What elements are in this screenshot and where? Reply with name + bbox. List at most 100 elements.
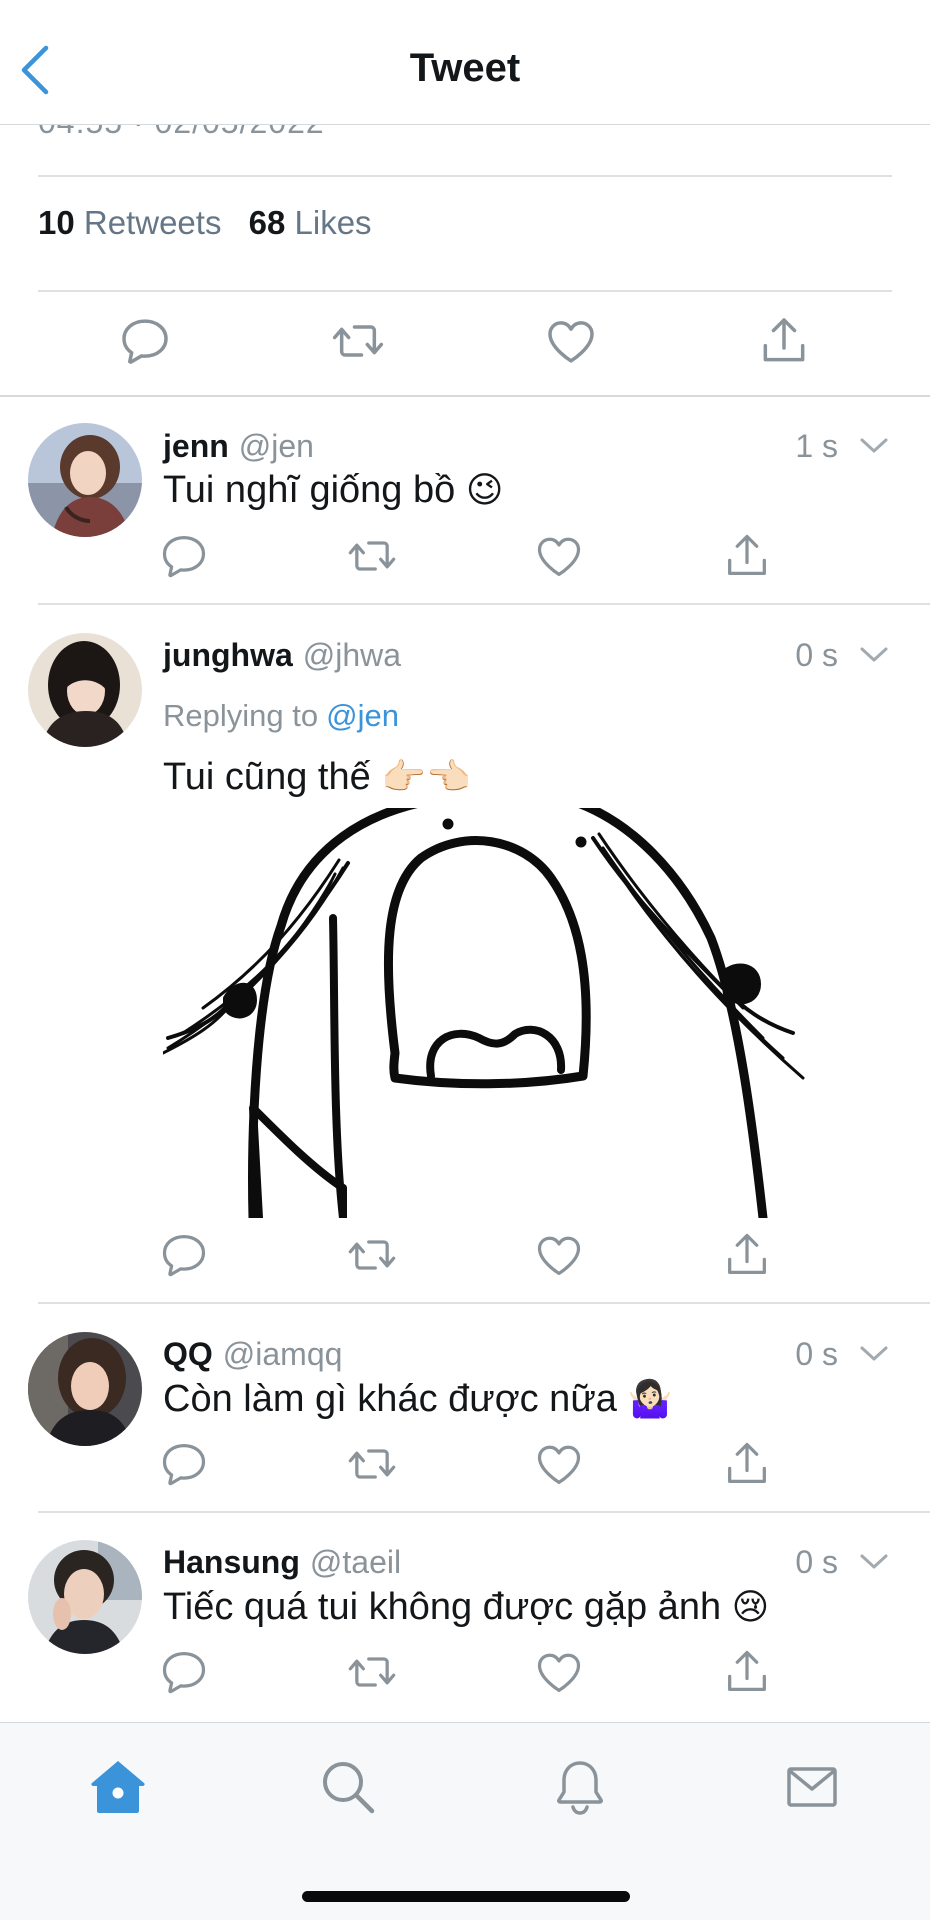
tweet-text: Tui nghĩ giống bồ 😉 — [163, 469, 503, 512]
home-indicator — [302, 1891, 630, 1902]
reply-icon — [158, 1229, 210, 1281]
timestamp: 0 s — [795, 1544, 838, 1580]
timestamp: 1 s — [795, 428, 838, 464]
chevron-down-icon[interactable] — [856, 1544, 892, 1580]
avatar[interactable] — [28, 633, 142, 747]
mail-icon — [787, 1767, 837, 1807]
tweet-actions — [0, 1229, 930, 1289]
divider — [38, 290, 892, 292]
tweet-emoji: 🤷🏻‍♀️ — [627, 1378, 673, 1419]
retweet-button[interactable] — [346, 530, 398, 582]
avatar[interactable] — [28, 423, 142, 537]
share-button[interactable] — [721, 1646, 773, 1698]
tweet-text: Tiếc quá tui không được gặp ảnh 😢 — [163, 1586, 769, 1629]
likes-count: 68 — [248, 204, 286, 241]
tweet-text: Còn làm gì khác được nữa 🤷🏻‍♀️ — [163, 1378, 672, 1421]
like-button[interactable] — [543, 313, 599, 369]
tweet-text-content: Tui nghĩ giống bồ — [163, 469, 456, 511]
tab-notifications[interactable] — [548, 1755, 612, 1819]
reply-button[interactable] — [158, 1229, 210, 1281]
chevron-down-icon[interactable] — [856, 637, 892, 673]
retweet-button[interactable] — [346, 1229, 398, 1281]
divider — [38, 175, 892, 177]
page-title: Tweet — [409, 46, 521, 90]
tweet-stats: 10 Retweets 68 Likes — [38, 204, 372, 242]
display-name[interactable]: Hansung — [163, 1544, 300, 1580]
home-icon — [91, 1761, 145, 1813]
username[interactable]: @iamqq — [223, 1336, 343, 1372]
mention-link[interactable]: @jen — [326, 698, 399, 733]
timestamp: 0 s — [795, 1336, 838, 1372]
like-button[interactable] — [533, 1438, 585, 1490]
tweet-emoji: 👉🏻👈🏻 — [381, 756, 471, 797]
tweet-text-content: Còn làm gì khác được nữa — [163, 1378, 617, 1420]
reply-icon — [117, 313, 173, 369]
bell-icon — [557, 1761, 603, 1815]
retweet-button[interactable] — [346, 1646, 398, 1698]
replying-to-label: Replying to — [163, 698, 319, 733]
tab-search[interactable] — [316, 1755, 380, 1819]
avatar[interactable] — [28, 1540, 142, 1654]
avatar[interactable] — [28, 1332, 142, 1446]
reply-button[interactable] — [117, 313, 173, 369]
tweet-actions — [0, 1438, 930, 1498]
likes-label[interactable]: Likes — [295, 204, 372, 241]
retweet-icon — [346, 1229, 398, 1281]
share-button[interactable] — [721, 530, 773, 582]
tab-messages[interactable] — [780, 1755, 844, 1819]
share-icon — [721, 1438, 773, 1490]
chevron-down-icon[interactable] — [856, 1336, 892, 1372]
share-icon — [721, 1229, 773, 1281]
replying-to: Replying to @jen — [163, 698, 399, 734]
retweet-icon — [346, 1438, 398, 1490]
reply-button[interactable] — [158, 1646, 210, 1698]
tweet-emoji: 😢 — [731, 1586, 770, 1627]
search-icon — [323, 1762, 375, 1814]
share-icon — [721, 1646, 773, 1698]
username[interactable]: @jen — [239, 428, 314, 464]
share-button[interactable] — [721, 1229, 773, 1281]
like-button[interactable] — [533, 1646, 585, 1698]
share-button[interactable] — [721, 1438, 773, 1490]
bottom-tab-bar — [0, 1722, 930, 1920]
reply-button[interactable] — [158, 530, 210, 582]
display-name[interactable]: QQ — [163, 1336, 213, 1372]
reply-icon — [158, 1646, 210, 1698]
chevron-down-icon[interactable] — [856, 428, 892, 464]
main-tweet-actions — [0, 313, 930, 373]
retweet-button[interactable] — [346, 1438, 398, 1490]
heart-icon — [533, 1229, 585, 1281]
share-icon — [756, 313, 812, 369]
username[interactable]: @taeil — [310, 1544, 401, 1580]
tweet-media-image[interactable] — [163, 808, 878, 1218]
retweet-icon — [330, 313, 386, 369]
tab-home[interactable] — [86, 1755, 150, 1819]
heart-icon — [533, 1646, 585, 1698]
divider — [0, 395, 930, 397]
reply-button[interactable] — [158, 1438, 210, 1490]
share-button[interactable] — [756, 313, 812, 369]
divider — [38, 1511, 930, 1513]
retweet-icon — [346, 1646, 398, 1698]
retweets-label[interactable]: Retweets — [84, 204, 222, 241]
tweet-text: Tui cũng thế 👉🏻👈🏻 — [163, 756, 471, 799]
divider — [38, 1302, 930, 1304]
username[interactable]: @jhwa — [303, 637, 401, 673]
tweet-text-content: Tui cũng thế — [163, 756, 371, 798]
divider — [38, 603, 930, 605]
timestamp: 0 s — [795, 637, 838, 673]
tweet-actions — [0, 1646, 930, 1706]
like-button[interactable] — [533, 1229, 585, 1281]
tweet-emoji: 😉 — [465, 469, 504, 510]
retweet-icon — [346, 530, 398, 582]
heart-icon — [533, 1438, 585, 1490]
display-name[interactable]: jenn — [163, 428, 229, 464]
heart-icon — [543, 313, 599, 369]
retweet-button[interactable] — [330, 313, 386, 369]
nav-header: Tweet — [0, 0, 930, 125]
display-name[interactable]: junghwa — [163, 637, 293, 673]
tweet-actions — [0, 530, 930, 590]
share-icon — [721, 530, 773, 582]
reply-icon — [158, 1438, 210, 1490]
like-button[interactable] — [533, 530, 585, 582]
